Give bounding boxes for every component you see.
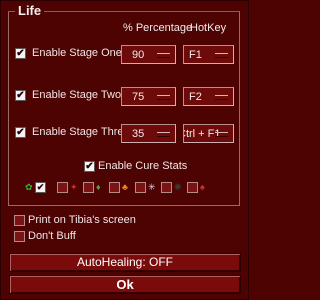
stage-one-label: Enable Stage One bbox=[32, 47, 122, 59]
spinner-icon[interactable] bbox=[157, 53, 170, 58]
fire-checkbox[interactable] bbox=[57, 182, 68, 193]
stage-one-hotkey-field[interactable]: F1 bbox=[183, 45, 234, 64]
curse-icon: ✺ bbox=[174, 182, 182, 192]
poison-drop-checkbox[interactable] bbox=[83, 182, 94, 193]
flame-checkbox[interactable] bbox=[109, 182, 120, 193]
stage-one-percentage-value: 90 bbox=[132, 49, 145, 61]
spinner-icon[interactable] bbox=[157, 132, 170, 137]
hotkey-header: HotKey bbox=[190, 22, 227, 34]
stage-two-hotkey-field[interactable]: F2 bbox=[183, 87, 234, 106]
bleeding-checkbox[interactable] bbox=[187, 182, 198, 193]
stage-three-percentage-value: 35 bbox=[132, 128, 145, 140]
curse-checkbox[interactable] bbox=[161, 182, 172, 193]
print-tibia-checkbox[interactable] bbox=[14, 215, 25, 226]
stage-three-label: Enable Stage Three bbox=[32, 126, 130, 138]
stage-three-percentage-field[interactable]: 35 bbox=[121, 124, 176, 143]
poison-icon: ✿ bbox=[25, 182, 33, 192]
life-groupbox bbox=[8, 11, 240, 206]
autohealing-toggle-button[interactable]: AutoHealing: OFF bbox=[9, 253, 241, 272]
poison-checkbox[interactable]: ✔ bbox=[35, 182, 46, 193]
group-title: Life bbox=[15, 3, 45, 18]
hotkey-picker-icon[interactable] bbox=[215, 53, 228, 58]
stage-one-percentage-field[interactable]: 90 bbox=[121, 45, 176, 64]
stage-two-percentage-field[interactable]: 75 bbox=[121, 87, 176, 106]
autohealing-dialog: Life % Percentage HotKey ✔ Enable Stage … bbox=[0, 0, 249, 300]
energy-checkbox[interactable] bbox=[135, 182, 146, 193]
stage-three-hotkey-field[interactable]: Ctrl + F1 bbox=[183, 124, 234, 143]
ok-button[interactable]: Ok bbox=[9, 275, 241, 294]
stage-two-label: Enable Stage Two bbox=[32, 89, 122, 101]
bleeding-icon: ♠ bbox=[200, 182, 205, 192]
stage-one-checkbox[interactable]: ✔ bbox=[15, 48, 26, 59]
spinner-icon[interactable] bbox=[157, 95, 170, 100]
percentage-header: % Percentage bbox=[123, 22, 193, 34]
flame-icon: ♣ bbox=[122, 182, 128, 192]
stage-two-percentage-value: 75 bbox=[132, 91, 145, 103]
stage-three-checkbox[interactable]: ✔ bbox=[15, 127, 26, 138]
stage-two-checkbox[interactable]: ✔ bbox=[15, 90, 26, 101]
cure-stats-checkbox[interactable]: ✔ bbox=[84, 161, 95, 172]
print-tibia-label: Print on Tibia's screen bbox=[28, 214, 136, 226]
dont-buff-label: Don't Buff bbox=[28, 230, 76, 242]
poison-drop-icon: ♦ bbox=[96, 182, 101, 192]
energy-icon: ✳ bbox=[148, 182, 156, 192]
stage-two-hotkey-value: F2 bbox=[189, 91, 202, 103]
fire-icon: ✦ bbox=[70, 182, 78, 192]
cure-stats-label: Enable Cure Stats bbox=[98, 160, 188, 172]
hotkey-picker-icon[interactable] bbox=[215, 132, 228, 137]
status-condition-strip: ✔ ✿ ✦ ♦ ♣ ✳ ✺ ♠ bbox=[25, 182, 225, 194]
stage-one-hotkey-value: F1 bbox=[189, 49, 202, 61]
hotkey-picker-icon[interactable] bbox=[215, 95, 228, 100]
dont-buff-checkbox[interactable] bbox=[14, 231, 25, 242]
